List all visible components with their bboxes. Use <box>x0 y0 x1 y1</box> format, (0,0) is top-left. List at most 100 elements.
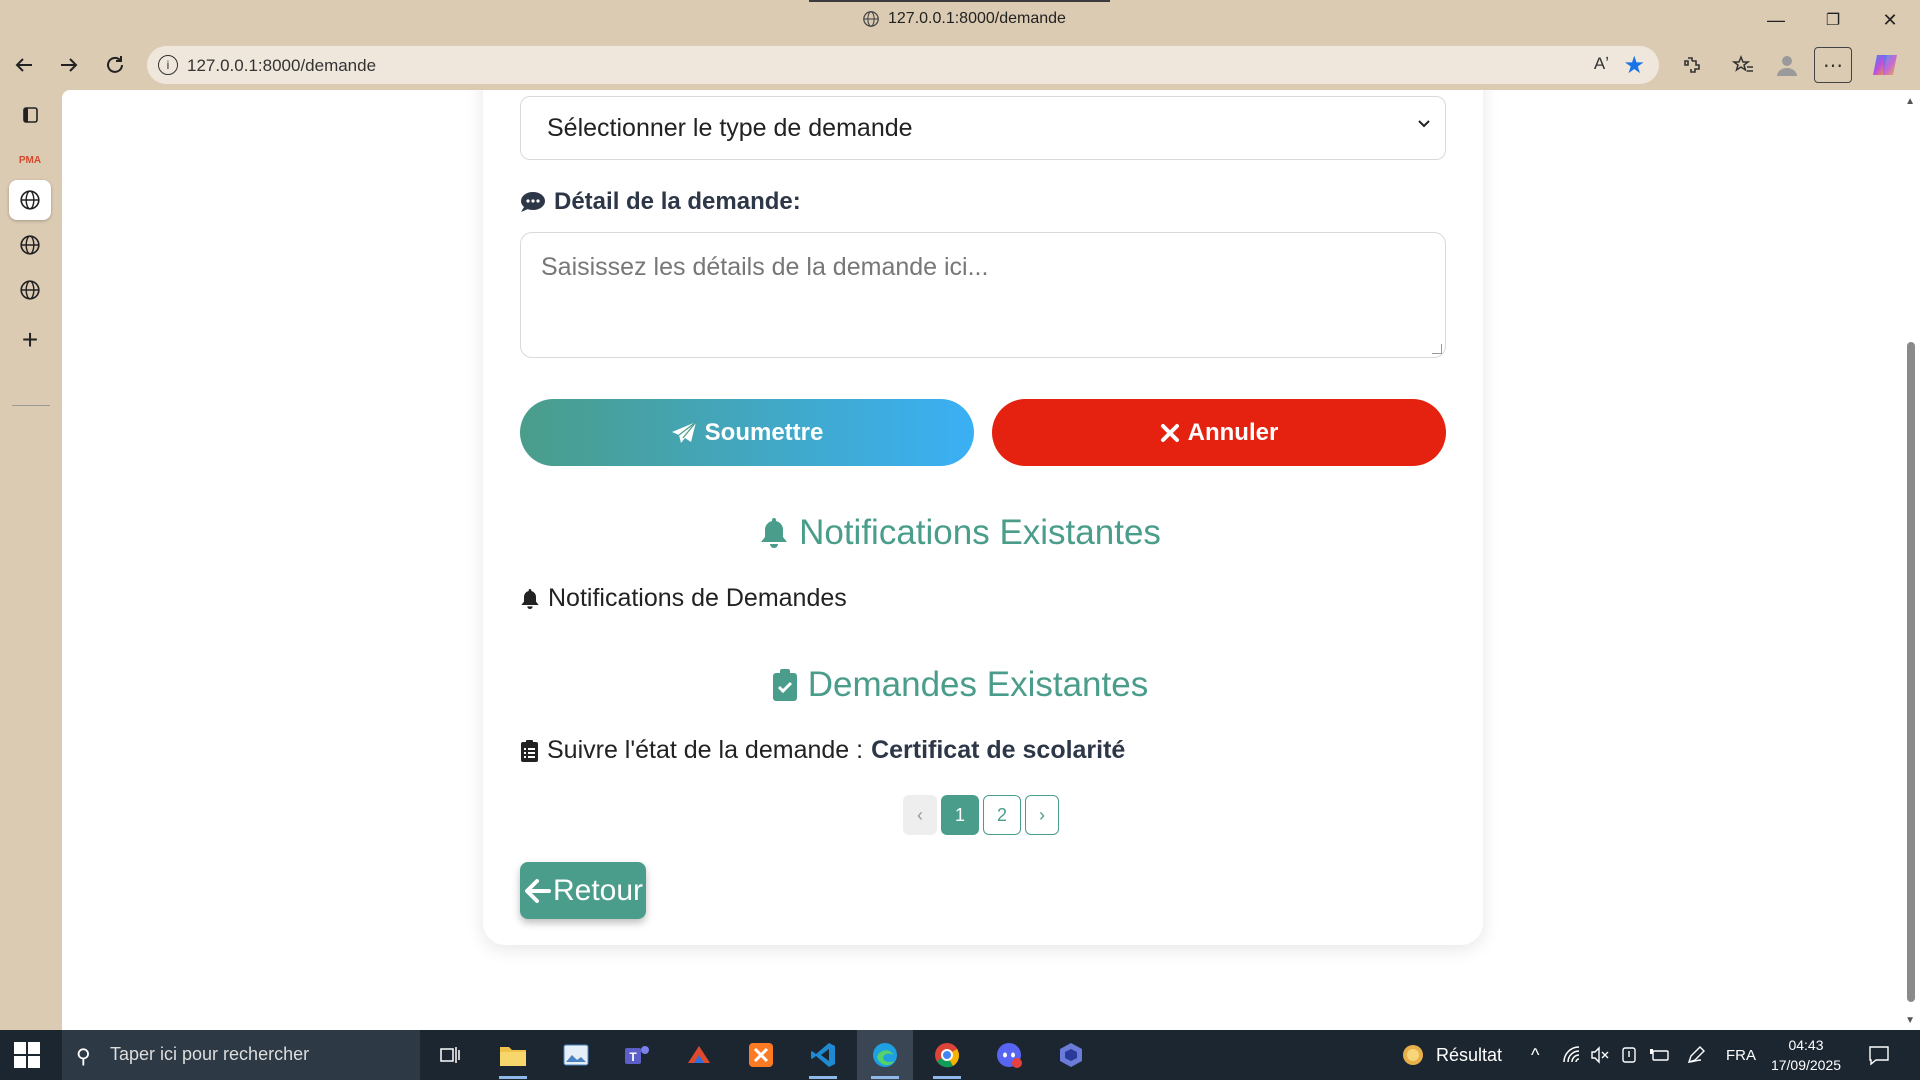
scroll-up-arrow-icon[interactable]: ▲ <box>1905 96 1915 107</box>
chrome-icon[interactable] <box>919 1030 975 1080</box>
close-button[interactable]: ✕ <box>1870 6 1910 34</box>
weather-label: Résultat <box>1436 1044 1503 1065</box>
clock-time: 04:43 <box>1788 1037 1824 1053</box>
minimize-button[interactable]: — <box>1756 6 1796 34</box>
comment-icon <box>521 192 545 212</box>
scrollbar-thumb[interactable] <box>1907 342 1915 1002</box>
detail-textarea[interactable]: Saisissez les détails de la demande ici.… <box>520 232 1446 358</box>
page-viewport: Sélectionner le type de demande Détail d… <box>62 90 1920 1030</box>
globe-icon[interactable] <box>9 270 51 310</box>
language-indicator[interactable]: FRA <box>1726 1030 1756 1080</box>
clipboard-list-icon <box>521 739 538 762</box>
notifications-heading: Notifications Existantes <box>62 513 1920 553</box>
close-icon <box>1160 423 1179 442</box>
task-view-icon[interactable] <box>422 1030 478 1080</box>
edge-icon[interactable] <box>857 1030 913 1080</box>
notification-item: Notifications de Demandes <box>520 584 847 613</box>
favorite-star-icon[interactable]: ★ <box>1623 51 1645 80</box>
svg-text:T: T <box>629 1050 637 1064</box>
pagination-page[interactable]: 1 <box>941 795 979 835</box>
globe-icon[interactable] <box>9 180 51 220</box>
demande-item: Suivre l'état de la demande : Certificat… <box>520 736 1125 765</box>
pma-icon[interactable]: PMA <box>9 140 51 180</box>
system-clock[interactable]: 04:43 17/09/2025 <box>1768 1035 1844 1075</box>
pagination-prev: ‹ <box>903 795 937 835</box>
address-url: 127.0.0.1:8000/demande <box>187 56 377 75</box>
more-options-icon[interactable]: ⋯ <box>1814 47 1852 83</box>
windows-start-icon[interactable] <box>14 1042 40 1068</box>
notifications-heading-text: Notifications Existantes <box>799 513 1161 552</box>
weather-icon <box>1403 1045 1423 1065</box>
address-bar[interactable]: i 127.0.0.1:8000/demande Aʼ ★ <box>147 46 1659 84</box>
search-icon: ⚲ <box>76 1046 91 1068</box>
back-label: Retour <box>552 873 644 907</box>
notification-center-icon[interactable] <box>1868 1030 1890 1080</box>
extensions-icon[interactable] <box>1675 49 1709 81</box>
teams-icon[interactable]: T <box>609 1030 665 1080</box>
detail-label-text: Détail de la demande: <box>554 188 801 215</box>
tray-chevron-up-icon[interactable]: ^ <box>1531 1030 1539 1080</box>
taskbar-search-placeholder: Taper ici pour rechercher <box>110 1044 310 1064</box>
windows-taskbar: ⚲ Taper ici pour rechercher T Résultat ^ <box>0 1030 1920 1080</box>
globe-icon[interactable] <box>9 225 51 265</box>
tab-title[interactable]: 127.0.0.1:8000/demande <box>862 10 1066 28</box>
network-icon[interactable] <box>1562 1030 1582 1080</box>
vscode-icon[interactable] <box>795 1030 851 1080</box>
demandes-heading: Demandes Existantes <box>62 665 1920 705</box>
paper-plane-icon <box>671 421 697 443</box>
request-type-select[interactable]: Sélectionner le type de demande <box>520 96 1446 160</box>
active-tab-indicator <box>809 0 1110 2</box>
scroll-down-arrow-icon[interactable]: ▼ <box>1905 1015 1915 1026</box>
weather-widget[interactable]: Résultat <box>1400 1030 1502 1080</box>
discord-icon[interactable] <box>981 1030 1037 1080</box>
request-type-select-value: Sélectionner le type de demande <box>547 113 913 142</box>
taskbar-search[interactable]: ⚲ Taper ici pour rechercher <box>62 1030 420 1080</box>
globe-icon <box>863 11 879 27</box>
battery-icon[interactable] <box>1648 1030 1670 1080</box>
favorites-icon[interactable] <box>1726 49 1760 81</box>
detail-label: Détail de la demande: <box>520 188 801 216</box>
app-icon[interactable] <box>1043 1030 1099 1080</box>
file-explorer-icon[interactable] <box>485 1030 541 1080</box>
detail-placeholder: Saisissez les détails de la demande ici.… <box>541 253 989 281</box>
profile-avatar-icon[interactable] <box>1770 49 1804 81</box>
pagination-page[interactable]: 2 <box>983 795 1021 835</box>
volume-muted-icon[interactable] <box>1590 1030 1610 1080</box>
chevron-down-icon <box>1417 117 1431 136</box>
pagination: ‹ 1 2 › <box>903 795 1059 835</box>
forward-arrow-icon[interactable] <box>53 49 85 81</box>
back-button[interactable]: Retour <box>520 862 646 919</box>
site-info-icon[interactable]: i <box>158 55 178 75</box>
back-arrow-icon[interactable] <box>8 49 40 81</box>
submit-button[interactable]: Soumettre <box>520 399 974 466</box>
cancel-button[interactable]: Annuler <box>992 399 1446 466</box>
bell-icon <box>761 518 788 548</box>
page-scrollbar[interactable]: ▲ ▼ <box>1900 90 1920 1030</box>
arrow-left-icon <box>524 878 551 903</box>
pen-icon[interactable] <box>1686 1030 1706 1080</box>
demandes-heading-text: Demandes Existantes <box>807 665 1149 704</box>
tabs-icon[interactable] <box>9 95 51 135</box>
device-icon[interactable] <box>1620 1030 1638 1080</box>
copilot-icon[interactable] <box>1868 49 1902 81</box>
pagination-next[interactable]: › <box>1025 795 1059 835</box>
tab-title-text: 127.0.0.1:8000/demande <box>888 10 1066 27</box>
cancel-label: Annuler <box>1187 418 1279 446</box>
demande-item-type[interactable]: Certificat de scolarité <box>871 736 1125 765</box>
clipboard-check-icon <box>772 669 797 701</box>
app-icon[interactable] <box>671 1030 727 1080</box>
submit-label: Soumettre <box>704 418 824 446</box>
resize-handle[interactable] <box>1432 344 1442 354</box>
refresh-icon[interactable] <box>99 49 131 81</box>
clock-date: 17/09/2025 <box>1770 1057 1842 1073</box>
image-viewer-icon[interactable] <box>548 1030 604 1080</box>
xampp-icon[interactable] <box>733 1030 789 1080</box>
browser-title-bar: 127.0.0.1:8000/demande — ❐ ✕ <box>0 0 1920 40</box>
restore-button[interactable]: ❐ <box>1813 6 1853 34</box>
browser-sidebar: PMA + <box>0 90 62 1030</box>
demande-item-prefix: Suivre l'état de la demande : <box>547 736 864 764</box>
add-icon[interactable]: + <box>9 320 51 360</box>
read-aloud-icon[interactable]: Aʼ <box>1594 54 1609 74</box>
bell-icon <box>521 588 539 609</box>
sidebar-divider <box>12 405 50 406</box>
